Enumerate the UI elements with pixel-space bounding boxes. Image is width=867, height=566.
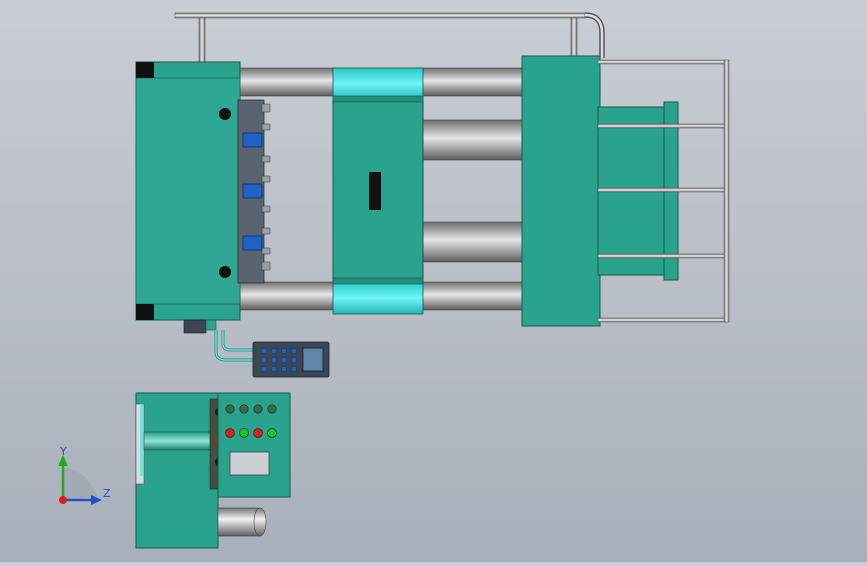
water-connector: [242, 132, 263, 148]
cabinet-display: [229, 451, 270, 476]
z-axis-label: Z: [103, 487, 111, 500]
injection-barrel: [217, 507, 267, 537]
coordinate-triad: Y Z: [58, 445, 111, 505]
stationary-platen: [135, 61, 241, 321]
cad-viewport[interactable]: Y Z: [0, 0, 867, 562]
triad-origin: [59, 496, 67, 504]
moving-platen: [332, 67, 424, 315]
machine-drawing: Y Z: [58, 12, 730, 549]
green-button: [267, 428, 277, 438]
indicator-lamp: [239, 404, 249, 414]
pendant-display: [302, 347, 324, 372]
indicator-lamp: [225, 404, 235, 414]
safety-guard: [597, 59, 730, 323]
bolt-head: [219, 108, 231, 120]
red-button: [225, 428, 235, 438]
rear-platen: [521, 55, 601, 327]
pendant-controller: [252, 341, 330, 378]
mold-block: [237, 99, 271, 284]
z-axis-arrowhead: [91, 495, 102, 505]
bolt-head: [219, 266, 231, 278]
indicator-lamp: [267, 404, 277, 414]
y-axis-label: Y: [59, 445, 67, 458]
water-connector: [242, 183, 263, 199]
water-connector: [242, 235, 263, 251]
green-button: [239, 428, 249, 438]
injection-unit-side-view: [135, 392, 221, 549]
control-cabinet: [217, 392, 291, 498]
indicator-lamp: [253, 404, 263, 414]
platen-slot: [369, 172, 381, 210]
red-button: [253, 428, 263, 438]
hose-assembly: [183, 319, 254, 362]
